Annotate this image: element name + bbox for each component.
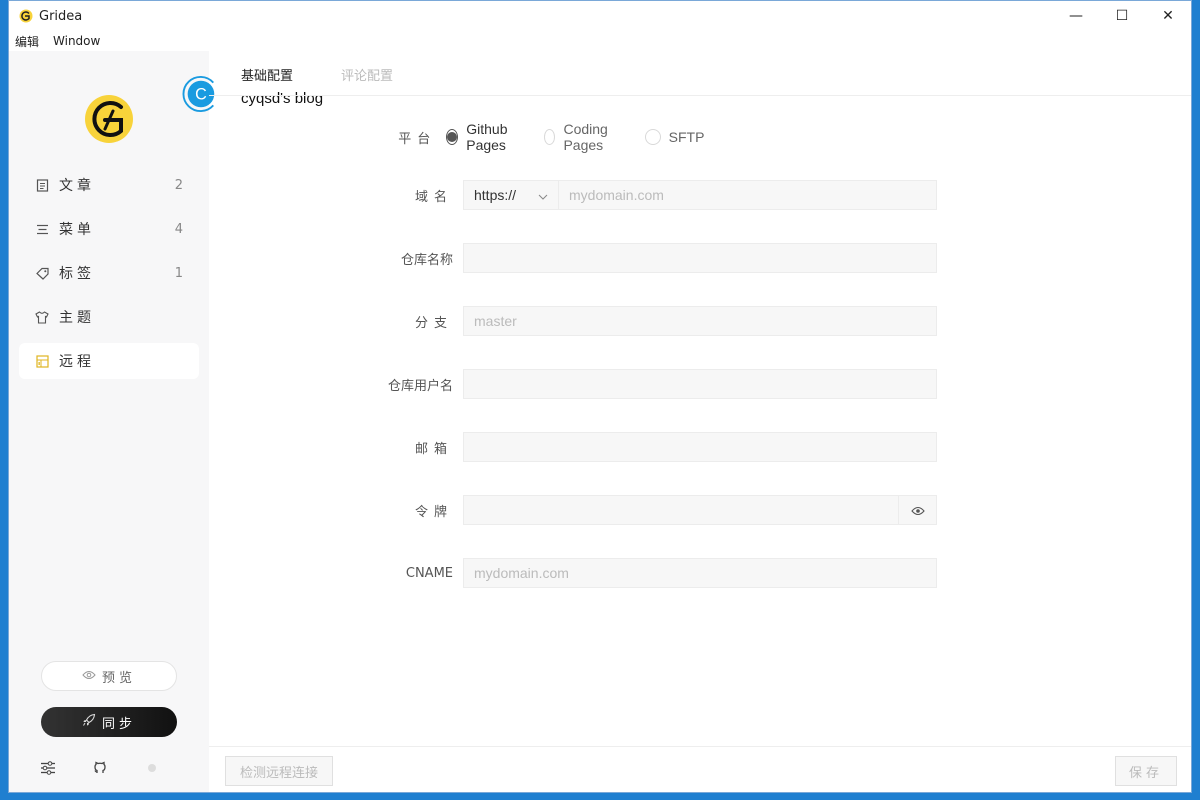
cname-row: CNAME — [369, 558, 937, 588]
document-icon — [35, 178, 49, 192]
radio-label: Github Pages — [466, 121, 508, 153]
email-input[interactable] — [463, 432, 937, 462]
branch-input[interactable] — [463, 306, 937, 336]
sync-button[interactable]: 同步 — [41, 707, 177, 737]
close-button[interactable]: ✕ — [1145, 1, 1191, 31]
branch-label: 分支 — [414, 315, 453, 331]
title-bar[interactable]: Gridea — ☐ ✕ — [9, 1, 1191, 31]
tag-icon — [35, 266, 49, 280]
username-row: 仓库用户名 — [369, 369, 937, 399]
gridea-logo — [85, 95, 133, 143]
maximize-button[interactable]: ☐ — [1099, 1, 1145, 31]
shirt-icon — [35, 310, 49, 324]
rocket-icon — [82, 713, 96, 731]
sidebar-item-label: 主题 — [59, 310, 95, 326]
token-row: 令牌 — [369, 495, 937, 525]
github-icon[interactable] — [91, 759, 109, 777]
main-panel: C 基础配置 评论配置 cyqsd's blog 平台 Github Pages — [182, 51, 1191, 792]
menu-window[interactable]: Window — [53, 34, 100, 48]
sidebar-item-label: 菜单 — [59, 222, 95, 238]
window-title: Gridea — [39, 8, 83, 24]
menu-icon — [35, 222, 49, 236]
platform-row: 平台 Github Pages Coding Pages SFTP — [369, 121, 728, 153]
sidebar-item-count: 4 — [174, 221, 183, 237]
sidebar-item-label: 远程 — [59, 354, 95, 370]
app-window: Gridea — ☐ ✕ 编辑 Window 文章 2 菜单 4 标签 1 主题… — [8, 0, 1192, 793]
tab-basic-config[interactable]: 基础配置 — [241, 65, 293, 84]
sidebar-item-articles[interactable]: 文章 2 — [19, 167, 199, 203]
radio-label: SFTP — [668, 129, 705, 145]
email-label: 邮箱 — [414, 441, 453, 457]
radio-label: Coding Pages — [563, 121, 608, 153]
repo-input[interactable] — [463, 243, 937, 273]
preview-button[interactable]: 预览 — [41, 661, 177, 691]
status-dot-icon — [143, 759, 161, 777]
token-group — [463, 495, 937, 525]
sidebar-item-theme[interactable]: 主题 — [19, 299, 199, 335]
branch-row: 分支 — [369, 306, 937, 336]
save-button[interactable]: 保存 — [1115, 756, 1177, 786]
cname-input[interactable] — [463, 558, 937, 588]
platform-radio-group: Github Pages Coding Pages SFTP — [446, 121, 728, 153]
bottom-action-bar: 检测远程连接 保存 — [209, 746, 1191, 792]
email-row: 邮箱 — [369, 432, 937, 462]
protocol-value: https:// — [474, 187, 517, 203]
token-label: 令牌 — [414, 504, 453, 520]
domain-input[interactable] — [559, 180, 937, 210]
site-avatar-letter: C — [195, 86, 207, 104]
site-title: cyqsd's blog — [241, 90, 324, 107]
repo-label: 仓库名称 — [400, 252, 453, 268]
remote-icon — [35, 354, 49, 368]
window-controls: — ☐ ✕ — [1053, 1, 1191, 31]
sidebar: 文章 2 菜单 4 标签 1 主题 远程 预览 同步 — [9, 51, 209, 792]
sidebar-footer — [39, 759, 195, 777]
radio-checked[interactable] — [446, 129, 459, 145]
sidebar-item-count: 1 — [174, 265, 183, 281]
domain-label: 域名 — [414, 189, 453, 205]
menu-bar: 编辑 Window — [9, 31, 1191, 51]
platform-option-github[interactable]: Github Pages — [446, 121, 520, 153]
tab-comment-config[interactable]: 评论配置 — [341, 65, 393, 84]
domain-group: https:// — [463, 180, 937, 210]
radio-unchecked[interactable] — [644, 129, 661, 145]
tabs-divider — [209, 95, 1191, 96]
protocol-select[interactable]: https:// — [463, 180, 559, 210]
repo-row: 仓库名称 — [369, 243, 937, 273]
menu-edit[interactable]: 编辑 — [15, 33, 39, 50]
sidebar-item-count: 2 — [174, 177, 183, 193]
sidebar-item-remote[interactable]: 远程 — [19, 343, 199, 379]
sync-label: 同步 — [101, 716, 136, 732]
preview-label: 预览 — [101, 670, 136, 686]
sidebar-item-menu[interactable]: 菜单 4 — [19, 211, 199, 247]
cname-label: CNAME — [405, 565, 453, 581]
site-avatar: C — [181, 75, 219, 113]
platform-option-coding[interactable]: Coding Pages — [544, 121, 620, 153]
gridea-logo-icon — [19, 9, 33, 23]
token-input[interactable] — [463, 495, 899, 525]
platform-label: 平台 — [398, 131, 437, 147]
chevron-down-icon — [538, 187, 548, 203]
radio-unchecked[interactable] — [544, 129, 556, 145]
username-input[interactable] — [463, 369, 937, 399]
check-remote-connection-button[interactable]: 检测远程连接 — [225, 756, 334, 786]
username-label: 仓库用户名 — [387, 378, 453, 394]
eye-icon — [82, 669, 96, 684]
domain-row: 域名 https:// — [369, 180, 937, 210]
toggle-token-visibility-button[interactable] — [899, 495, 937, 525]
settings-tabs: 基础配置 评论配置 — [241, 65, 441, 84]
sidebar-item-tags[interactable]: 标签 1 — [19, 255, 199, 291]
settings-sliders-icon[interactable] — [39, 759, 57, 777]
sidebar-item-label: 标签 — [59, 266, 95, 282]
eye-icon — [910, 501, 925, 520]
sidebar-item-label: 文章 — [59, 178, 95, 194]
minimize-button[interactable]: — — [1053, 1, 1099, 31]
platform-option-sftp[interactable]: SFTP — [644, 129, 705, 145]
sidebar-nav: 文章 2 菜单 4 标签 1 主题 远程 — [19, 167, 199, 387]
